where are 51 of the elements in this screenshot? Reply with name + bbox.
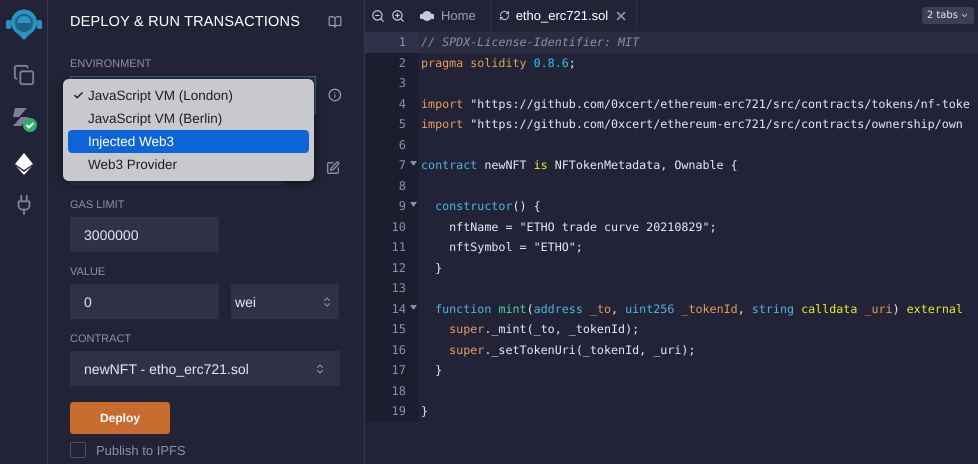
menu-item[interactable]: JavaScript VM (Berlin): [68, 107, 309, 130]
line-number: 1: [398, 35, 406, 50]
tabs-dropdown[interactable]: 2 tabs: [922, 7, 974, 24]
gas-limit-field[interactable]: 3000000: [70, 217, 219, 252]
line-number: 11: [392, 240, 406, 254]
line-number: 4: [398, 96, 406, 111]
code-line: }: [434, 363, 442, 378]
menu-item[interactable]: JavaScript VM (London): [68, 84, 309, 107]
code-line: }: [434, 260, 442, 275]
panel-title: DEPLOY & RUN TRANSACTIONS: [70, 14, 300, 30]
code-line: nftName = "ETHO trade curve 20210829";: [448, 220, 717, 234]
code-line: super._setTokenUri(_tokenId, _uri);: [448, 342, 696, 357]
menu-item[interactable]: Injected Web3: [68, 130, 309, 153]
code-line: // SPDX-License-Identifier: MIT: [420, 35, 640, 50]
line-number: 9: [398, 199, 406, 214]
menu-item[interactable]: Web3 Provider: [68, 153, 309, 176]
value-field[interactable]: 0: [70, 284, 219, 319]
code-line: import "https://github.com/0xcert/ethereum-erc721/src/contracts/ownership/own: [420, 117, 963, 132]
line-number: 12: [392, 260, 406, 275]
code-line: import "https://github.com/0xcert/ethereum-erc721/src/contracts/tokens/nf-toke: [420, 96, 970, 111]
code-line: contract newNFT is NFTokenMetadata, Ownable {: [420, 158, 738, 172]
code-line: nftSymbol = "ETHO";: [448, 240, 583, 254]
code-line: function mint(address _to, uint256 _tokenId, string calldata _uri) external: [434, 302, 963, 316]
code-line: }: [420, 404, 428, 418]
code-line: pragma solidity 0.8.6;: [420, 56, 576, 70]
line-number: 16: [392, 342, 406, 357]
field-label: CONTRACT: [70, 333, 132, 345]
line-number: 18: [392, 384, 406, 398]
editor-tab[interactable]: etho_erc721.sol: [490, 0, 638, 31]
code-line: constructor() {: [434, 199, 541, 214]
line-number: 14: [392, 302, 406, 316]
line-number: 17: [392, 363, 406, 378]
line-number: 8: [398, 178, 406, 193]
line-number: 10: [392, 220, 406, 234]
line-number: 19: [392, 404, 406, 418]
contract-select[interactable]: newNFT - etho_erc721.sol: [70, 351, 340, 386]
line-number: 6: [398, 138, 406, 152]
field-label: GAS LIMIT: [70, 199, 126, 211]
deploy-button[interactable]: Deploy: [70, 402, 170, 434]
line-number: 15: [392, 322, 406, 336]
line-number: 5: [398, 117, 406, 132]
editor-tab[interactable]: Home: [411, 0, 484, 31]
code-line: super._mint(_to, _tokenId);: [448, 322, 640, 336]
checkbox-label: Publish to IPFS: [96, 442, 186, 458]
line-number: 2: [398, 56, 406, 70]
line-number: 3: [398, 76, 406, 90]
line-number: 13: [392, 281, 406, 296]
unit-select[interactable]: wei: [231, 284, 339, 319]
line-number: 7: [398, 158, 406, 172]
field-label: ENVIRONMENT: [70, 58, 152, 70]
field-label: VALUE: [70, 266, 106, 278]
